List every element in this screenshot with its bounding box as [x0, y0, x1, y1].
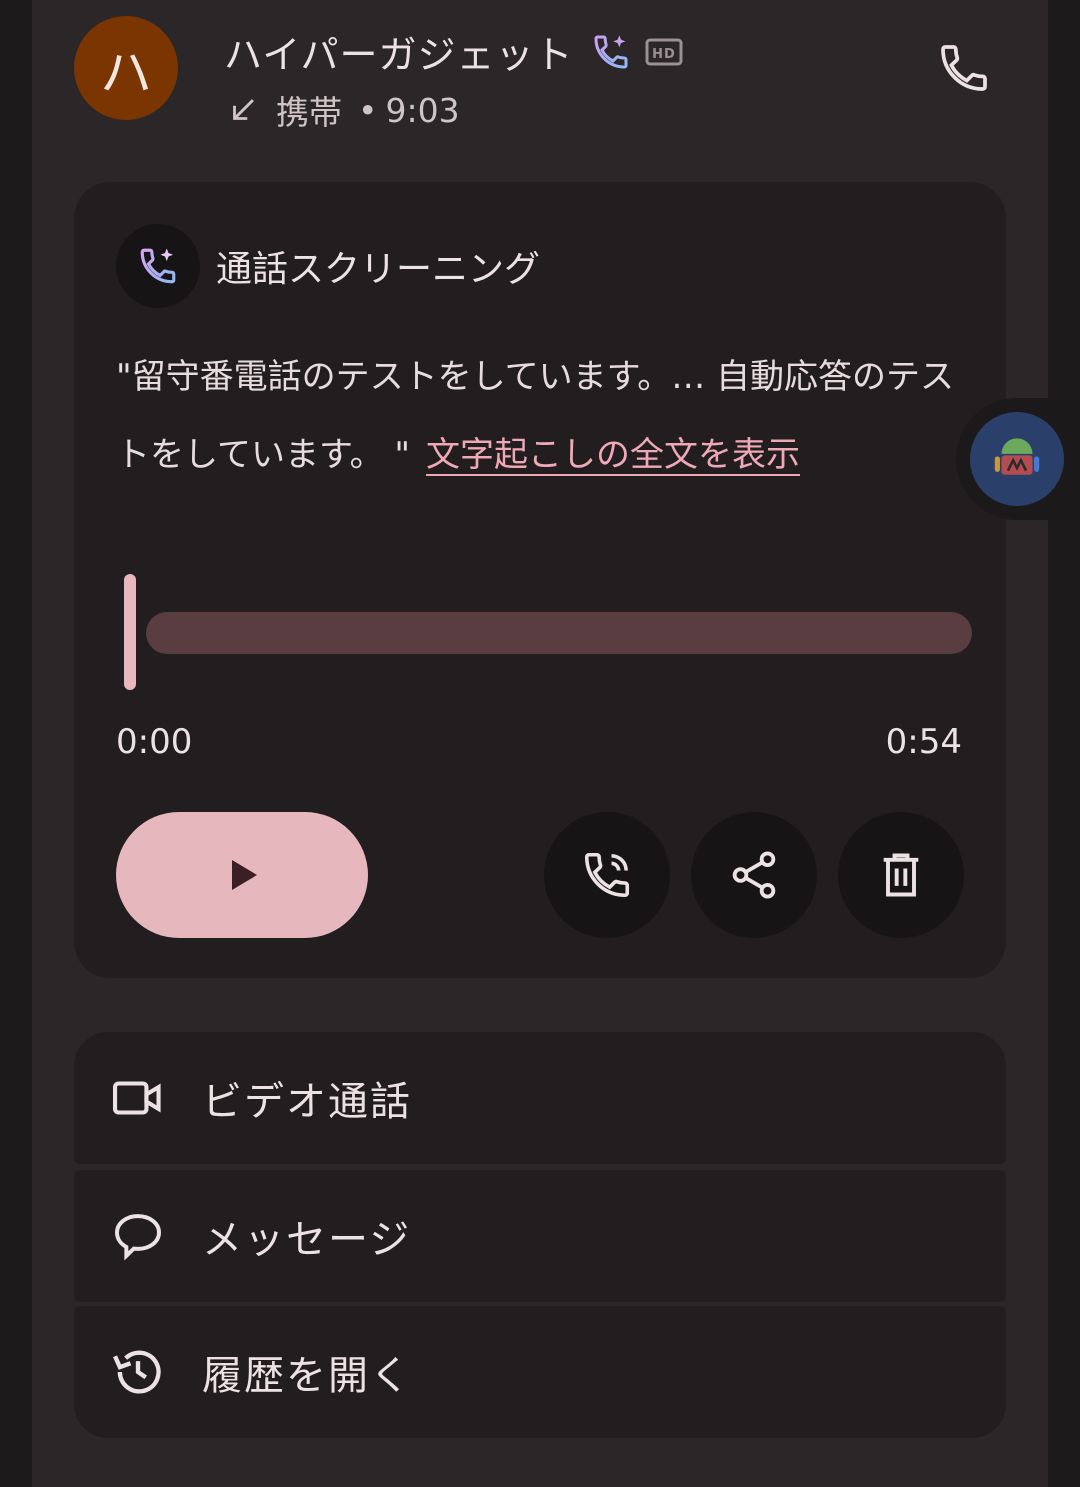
- screening-badge: [116, 224, 200, 308]
- scrubber-handle[interactable]: [124, 574, 136, 690]
- action-label: ビデオ通話: [202, 1079, 412, 1125]
- video-call-action[interactable]: ビデオ通話: [74, 1032, 1006, 1164]
- play-button[interactable]: [116, 812, 368, 938]
- share-icon: [732, 851, 776, 899]
- call-time: 9:03: [385, 90, 460, 130]
- incoming-arrow-icon: [233, 99, 254, 120]
- message-action[interactable]: メッセージ: [74, 1170, 1006, 1302]
- call-screen-icon: [594, 34, 628, 69]
- call-button[interactable]: [934, 38, 994, 98]
- screening-header: 通話スクリーニング: [116, 224, 540, 308]
- meta-separator: •: [358, 90, 378, 130]
- history-icon: [108, 1342, 168, 1402]
- call-screen-icon: [140, 248, 176, 284]
- share-button[interactable]: [691, 812, 817, 938]
- call-meta: 携帯 • 9:03: [226, 86, 460, 134]
- android-robot-icon: [994, 438, 1040, 475]
- delete-button[interactable]: [838, 812, 964, 938]
- caller-name-row: ハイパーガジェット HD: [224, 24, 683, 79]
- call-header: ハ ハイパーガジェット HD 携帯 • 9:03: [74, 16, 1014, 136]
- floating-app-bubble[interactable]: [956, 398, 1080, 520]
- scrubber-track[interactable]: [146, 612, 972, 654]
- video-call-icon: [108, 1068, 168, 1128]
- floating-android-icon: [970, 412, 1064, 506]
- hd-icon: HD: [645, 38, 683, 65]
- avatar[interactable]: ハ: [74, 16, 178, 120]
- trash-icon: [883, 853, 919, 897]
- transcript-text: "留守番電話のテストをしています。… 自動応答のテストをしています。 " 文字起こ…: [116, 338, 966, 494]
- hd-badge-text: HD: [653, 47, 677, 62]
- call-screening-card: 通話スクリーニング "留守番電話のテストをしています。… 自動応答のテストをして…: [74, 182, 1006, 978]
- action-label: 履歴を開く: [202, 1353, 412, 1399]
- open-history-action[interactable]: 履歴を開く: [74, 1306, 1006, 1438]
- screening-title: 通話スクリーニング: [216, 249, 541, 290]
- action-label: メッセージ: [202, 1217, 412, 1263]
- message-icon: [108, 1206, 168, 1266]
- caller-name-icons: HD: [591, 32, 683, 72]
- view-full-transcript-link[interactable]: 文字起こしの全文を表示: [426, 435, 800, 475]
- caller-name: ハイパーガジェット: [224, 33, 574, 77]
- call-type: 携帯: [276, 93, 342, 132]
- phone-callback-icon: [584, 852, 630, 898]
- playback-duration: 0:54: [885, 722, 962, 762]
- call-back-button[interactable]: [544, 812, 670, 938]
- phone-icon: [941, 45, 987, 91]
- playback-scrubber[interactable]: [124, 574, 972, 694]
- playback-position: 0:00: [116, 722, 193, 762]
- play-icon: [232, 860, 257, 890]
